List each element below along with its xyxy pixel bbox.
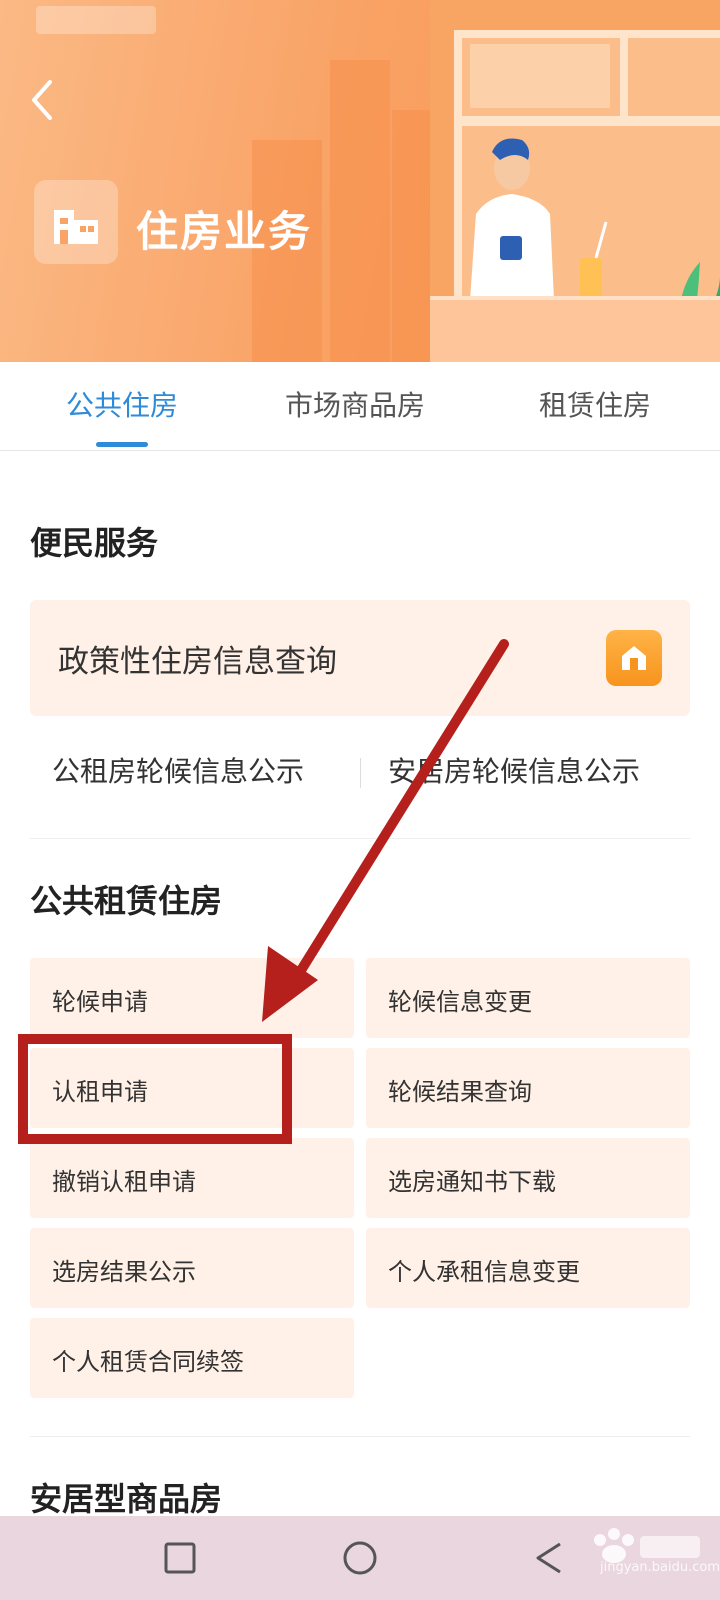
policy-query-label: 政策性住房信息查询 [58, 644, 337, 680]
grid-cell-label: 撤销认租申请 [52, 1168, 196, 1196]
grid-cell-label: 选房通知书下载 [388, 1168, 556, 1196]
background-building [330, 60, 390, 362]
status-bar-blur [36, 6, 156, 34]
section-title-affordable: 安居型商品房 [30, 1480, 223, 1518]
tenant-info-change-button[interactable]: 个人承租信息变更 [366, 1228, 690, 1308]
building-icon [54, 210, 98, 244]
lease-renewal-button[interactable]: 个人租赁合同续签 [30, 1318, 354, 1398]
circle-icon[interactable] [340, 1538, 380, 1578]
cancel-rental-application-button[interactable]: 撤销认租申请 [30, 1138, 354, 1218]
grid-cell-label: 选房结果公示 [52, 1258, 196, 1286]
square-icon[interactable] [160, 1538, 200, 1578]
section-divider [30, 838, 690, 839]
tab-public-housing[interactable]: 公共住房 [40, 362, 204, 450]
queue-result-query-button[interactable]: 轮候结果查询 [366, 1048, 690, 1128]
grid-cell-label: 个人租赁合同续签 [52, 1348, 244, 1376]
active-tab-indicator [96, 442, 148, 447]
public-rental-queue-link[interactable]: 公租房轮候信息公示 [52, 740, 304, 804]
policy-query-card[interactable]: 政策性住房信息查询 [30, 600, 690, 716]
annotation-highlight-box [18, 1034, 292, 1144]
queue-application-button[interactable]: 轮候申请 [30, 958, 354, 1038]
grid-cell-label: 轮候结果查询 [388, 1078, 532, 1106]
tab-bar: 公共住房 市场商品房 租赁住房 [0, 362, 720, 451]
selection-notice-download-button[interactable]: 选房通知书下载 [366, 1138, 690, 1218]
grid-cell-label: 轮候信息变更 [388, 988, 532, 1016]
house-icon [606, 630, 662, 686]
queue-info-change-button[interactable]: 轮候信息变更 [366, 958, 690, 1038]
baidu-watermark-logo [594, 1528, 700, 1563]
triangle-back-icon[interactable] [528, 1538, 568, 1578]
back-button[interactable] [24, 72, 64, 128]
grid-cell-label: 轮候申请 [52, 988, 148, 1016]
page-title: 住房业务 [136, 207, 313, 256]
counter [430, 300, 720, 362]
affordable-queue-link[interactable]: 安居房轮候信息公示 [388, 740, 640, 804]
link-divider [360, 758, 361, 788]
watermark-text: jingyan.baidu.com [600, 1560, 720, 1575]
section-divider [30, 1436, 690, 1437]
section-title-public-rental: 公共租赁住房 [30, 882, 223, 920]
chevron-left-icon [32, 80, 52, 120]
title-icon-box [34, 180, 118, 264]
tab-rental-housing[interactable]: 租赁住房 [510, 362, 680, 450]
background-building [392, 110, 432, 362]
tab-market-housing[interactable]: 市场商品房 [270, 362, 440, 450]
grid-cell-label: 个人承租信息变更 [388, 1258, 580, 1286]
selection-result-notice-button[interactable]: 选房结果公示 [30, 1228, 354, 1308]
section-title-convenience: 便民服务 [30, 524, 159, 562]
header-banner: 住房业务 [0, 0, 720, 362]
